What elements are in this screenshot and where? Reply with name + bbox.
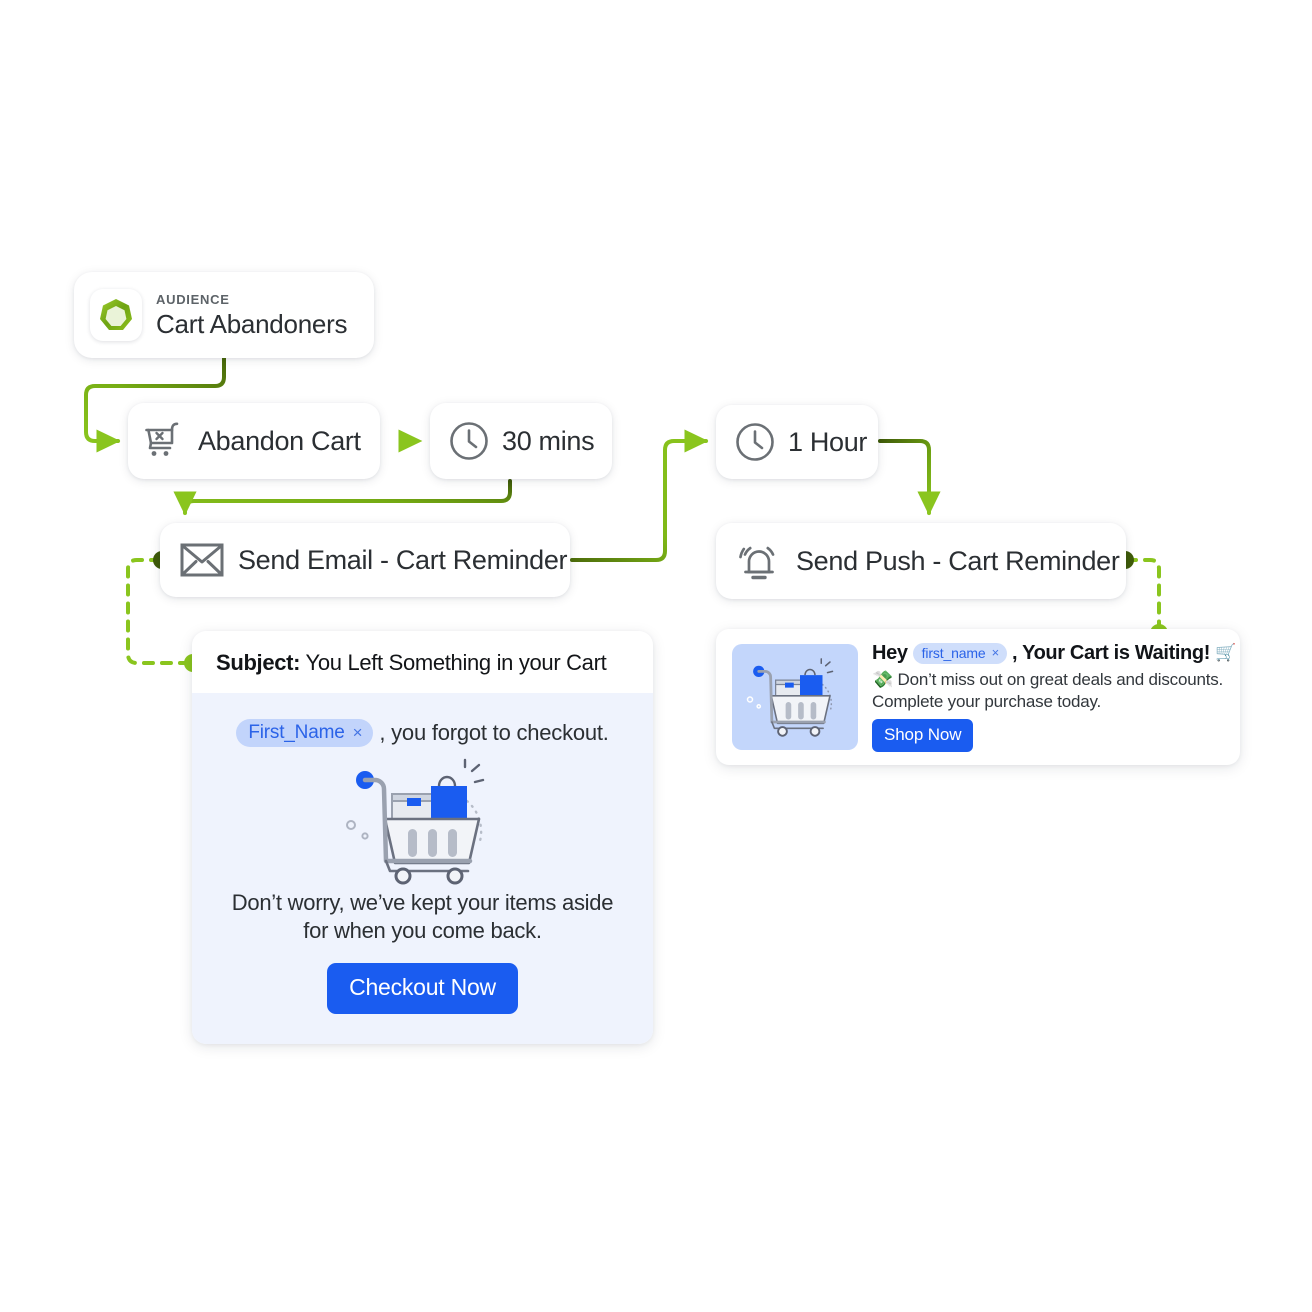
audience-title: Cart Abandoners <box>156 309 348 339</box>
email-body: First_Name × , you forgot to checkout. D… <box>192 693 653 1044</box>
journey-canvas: AUDIENCE Cart Abandoners Abandon Cart 30… <box>0 0 1312 1312</box>
push-title-prefix: Hey <box>872 642 908 665</box>
merge-tag-first-name[interactable]: First_Name × <box>236 719 374 748</box>
delay-1-hour-label: 1 Hour <box>788 426 868 457</box>
shop-now-button[interactable]: Shop Now <box>872 718 974 752</box>
push-body-copy: 💸 Don’t miss out on great deals and disc… <box>872 669 1226 712</box>
checkout-now-button[interactable]: Checkout Now <box>327 962 518 1014</box>
audience-node[interactable]: AUDIENCE Cart Abandoners <box>74 272 374 358</box>
push-body-line1: Don’t miss out on great deals and discou… <box>897 670 1224 690</box>
abandoned-shopping-cart-illustration <box>345 758 484 885</box>
send-email-node[interactable]: Send Email - Cart Reminder <box>160 523 570 597</box>
alarm-bell-icon <box>736 539 782 583</box>
delay-30-mins-node[interactable]: 30 mins <box>430 403 612 479</box>
push-thumbnail <box>732 644 858 750</box>
delay-1-hour-node[interactable]: 1 Hour <box>716 405 878 479</box>
push-preview-card[interactable]: Hey first_name × , Your Cart is Waiting!… <box>716 629 1240 765</box>
wire-send-push-to-push-preview <box>1125 558 1161 627</box>
push-body-line2: Complete your purchase today. <box>872 691 1102 711</box>
email-subject-row: Subject: You Left Something in your Cart <box>192 631 653 693</box>
audience-gem-icon <box>100 299 132 330</box>
push-title-suffix: , Your Cart is Waiting! <box>1012 642 1211 665</box>
clock-icon <box>734 421 776 463</box>
close-icon[interactable]: × <box>992 646 1000 659</box>
wire-delay1h-to-send-push <box>878 439 941 516</box>
audience-kicker: AUDIENCE <box>156 292 230 307</box>
abandoned-shopping-cart-illustration <box>746 658 834 737</box>
abandon-cart-label: Abandon Cart <box>198 425 361 456</box>
clock-icon <box>448 420 490 462</box>
email-subject-text: You Left Something in your Cart <box>305 650 607 675</box>
email-greeting-rest: , you forgot to checkout. <box>379 720 609 746</box>
email-subject-label: Subject: <box>216 650 301 675</box>
audience-icon-tile <box>90 289 142 341</box>
cart-x-icon <box>144 421 186 461</box>
push-title-row: Hey first_name × , Your Cart is Waiting!… <box>872 642 1236 665</box>
merge-tag-label: First_Name <box>248 722 345 744</box>
send-email-label: Send Email - Cart Reminder <box>238 544 568 575</box>
audience-text: AUDIENCE Cart Abandoners <box>156 293 347 337</box>
email-preview-card[interactable]: Subject: You Left Something in your Cart… <box>192 631 653 1044</box>
wire-delay30-to-send-email <box>173 479 512 516</box>
send-push-label: Send Push - Cart Reminder <box>796 545 1120 576</box>
push-text-block: Hey first_name × , Your Cart is Waiting!… <box>872 642 1236 752</box>
merge-tag-label: first_name <box>921 644 986 661</box>
shopping-cart-emoji: 🛒 <box>1215 642 1236 662</box>
delay-30-mins-label: 30 mins <box>502 425 595 456</box>
abandon-cart-node[interactable]: Abandon Cart <box>128 403 380 479</box>
send-push-node[interactable]: Send Push - Cart Reminder <box>716 523 1126 599</box>
email-greeting-row: First_Name × , you forgot to checkout. <box>214 719 631 748</box>
merge-tag-first-name[interactable]: first_name × <box>912 642 1008 664</box>
envelope-icon <box>180 543 224 577</box>
money-wings-emoji: 💸 <box>872 670 893 690</box>
email-body-copy: Don’t worry, we’ve kept your items aside… <box>231 890 614 943</box>
close-icon[interactable]: × <box>353 724 363 741</box>
